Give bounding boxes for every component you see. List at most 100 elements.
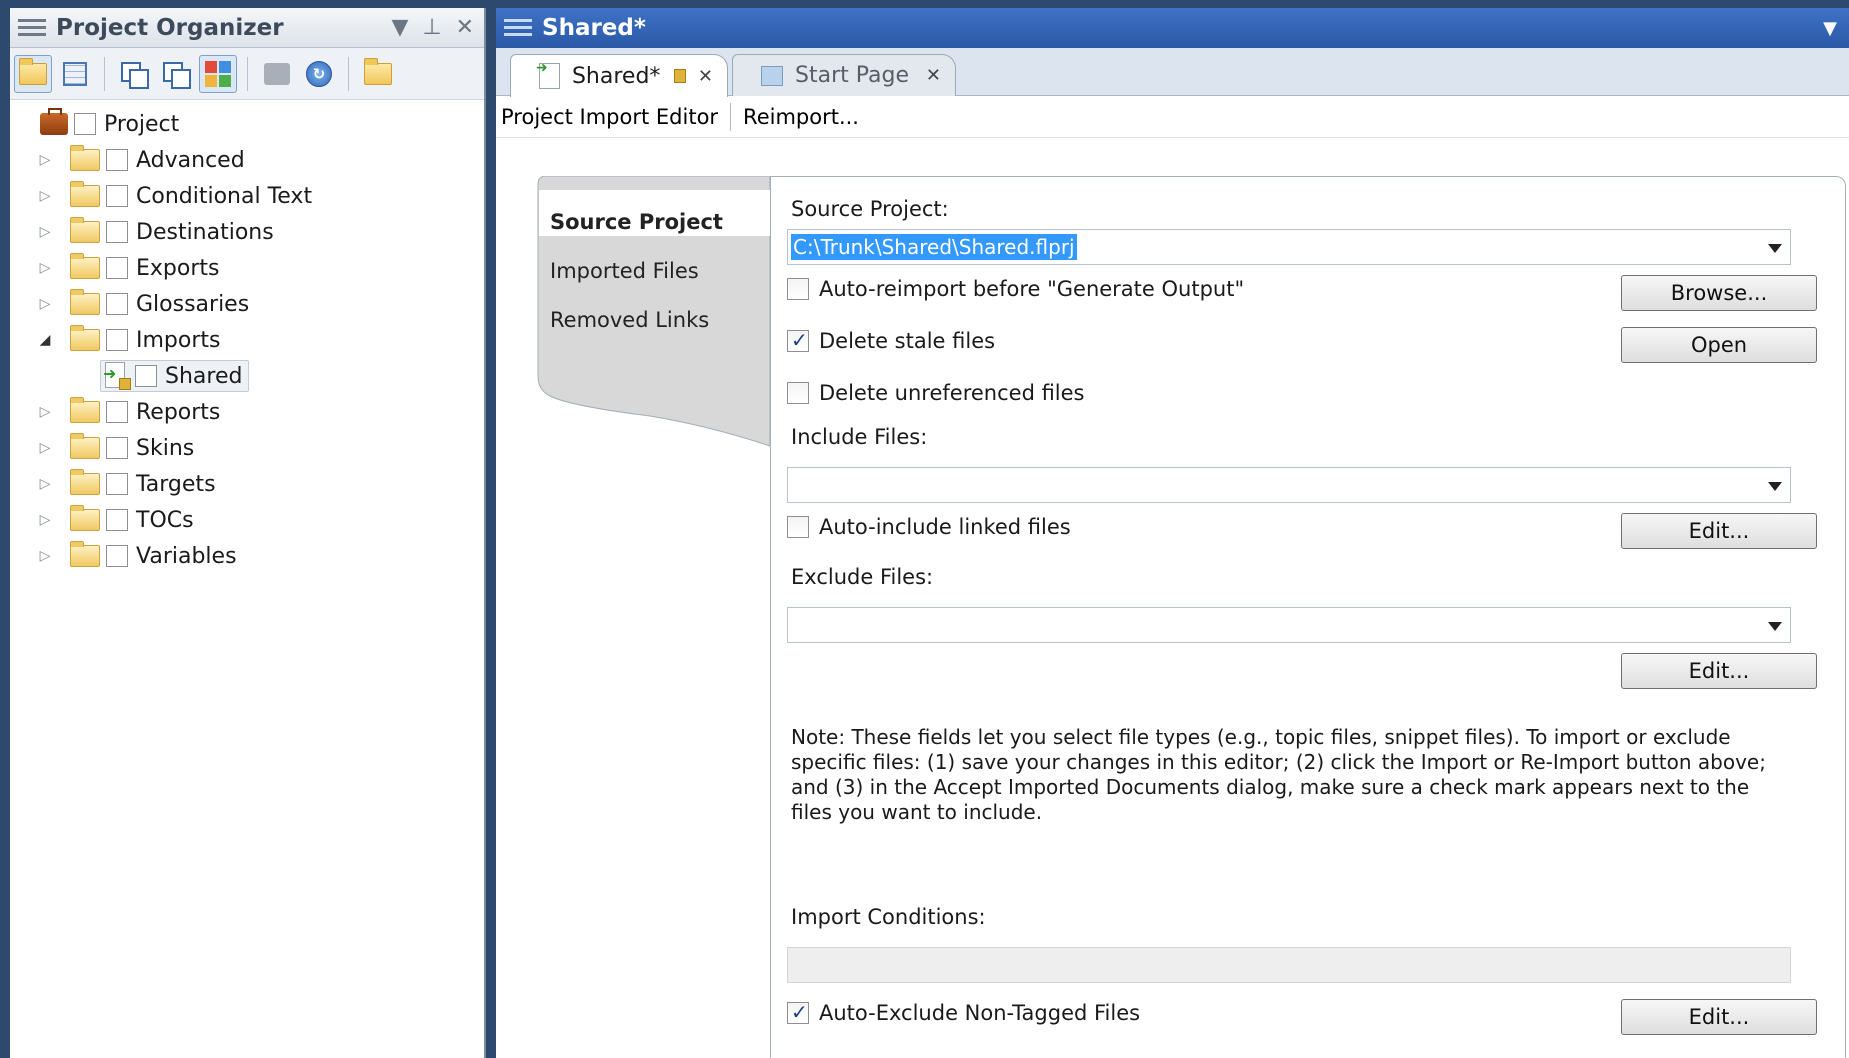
selection-highlight: ➜ Shared	[100, 360, 250, 392]
delete-stale-checkbox[interactable]	[787, 328, 809, 352]
refresh-button[interactable]: ↻	[300, 55, 338, 93]
tree-checkbox[interactable]	[106, 401, 128, 423]
expand-arrow-icon[interactable]: ▷	[38, 152, 52, 168]
tree-checkbox[interactable]	[74, 113, 96, 135]
tree-item-label: Glossaries	[136, 291, 250, 317]
tree-checkbox[interactable]	[106, 185, 128, 207]
tab-label: Shared*	[571, 63, 661, 89]
folder-icon	[70, 217, 100, 243]
tree-item-label: Destinations	[136, 219, 274, 245]
chevron-down-icon[interactable]	[1768, 482, 1782, 491]
tree-item-destinations[interactable]: ▷ Destinations	[10, 214, 484, 250]
source-project-value[interactable]: C:\Trunk\Shared\Shared.flprj	[791, 234, 1077, 260]
folder-icon	[70, 181, 100, 207]
pin-icon[interactable]: ⊥	[422, 15, 441, 40]
collapse-arrow-icon[interactable]: ◢	[38, 332, 52, 348]
side-tab-removed-links[interactable]: Removed Links	[550, 308, 709, 332]
dropdown-icon[interactable]: ▼	[391, 15, 408, 40]
expand-arrow-icon[interactable]: ▷	[38, 404, 52, 420]
tree-item-exports[interactable]: ▷ Exports	[10, 250, 484, 286]
import-conditions-field	[787, 947, 1791, 983]
tree-checkbox[interactable]	[106, 293, 128, 315]
edit-conditions-button[interactable]: Edit...	[1621, 999, 1817, 1035]
tree-checkbox[interactable]	[106, 221, 128, 243]
close-tab-icon[interactable]: ✕	[698, 66, 713, 87]
auto-include-label: Auto-include linked files	[819, 515, 1071, 539]
tab-start-page[interactable]: Start Page ✕	[732, 54, 956, 96]
side-tab-source-project[interactable]: Source Project	[550, 210, 723, 234]
auto-exclude-checkbox[interactable]	[787, 1000, 809, 1024]
auto-include-checkbox[interactable]	[787, 516, 809, 538]
tree-item-reports[interactable]: ▷ Reports	[10, 394, 484, 430]
delete-unreferenced-option[interactable]: Delete unreferenced files	[787, 381, 1085, 405]
expand-arrow-icon[interactable]: ▷	[38, 476, 52, 492]
menu-icon[interactable]	[504, 17, 532, 39]
editor-title: Project Import Editor	[501, 104, 719, 129]
tree-item-targets[interactable]: ▷ Targets	[10, 466, 484, 502]
new-folder-button[interactable]	[359, 55, 397, 93]
menu-icon[interactable]	[18, 17, 46, 39]
dropdown-icon[interactable]: ▼	[1823, 18, 1849, 39]
tree-checkbox[interactable]	[106, 473, 128, 495]
properties-button[interactable]	[258, 55, 296, 93]
tiles-view-button[interactable]	[199, 54, 237, 93]
open-button[interactable]: Open	[1621, 327, 1817, 363]
edit-include-button[interactable]: Edit...	[1621, 513, 1817, 549]
auto-reimport-option[interactable]: Auto-reimport before "Generate Output"	[787, 277, 1244, 301]
tree-item-project[interactable]: Project	[10, 106, 484, 142]
expand-arrow-icon[interactable]: ▷	[38, 188, 52, 204]
tree-item-variables[interactable]: ▷ Variables	[10, 538, 484, 574]
chevron-down-icon[interactable]	[1768, 622, 1782, 631]
auto-include-option[interactable]: Auto-include linked files	[787, 515, 1071, 539]
tree-item-shared[interactable]: ➜ Shared	[10, 358, 484, 394]
auto-exclude-option[interactable]: Auto-Exclude Non-Tagged Files	[787, 1000, 1140, 1025]
expand-all-button[interactable]	[115, 55, 153, 93]
delete-stale-label: Delete stale files	[819, 329, 996, 353]
tree-item-tocs[interactable]: ▷ TOCs	[10, 502, 484, 538]
editor-toolbar: Project Import Editor Reimport...	[496, 96, 1849, 138]
grid-view-button[interactable]	[56, 55, 94, 93]
close-icon[interactable]: ✕	[456, 15, 474, 40]
tree-checkbox[interactable]	[106, 437, 128, 459]
document-pane: Shared* ▼ Shared* ✕ Start Page ✕ Project…	[496, 8, 1849, 1058]
folder-icon	[70, 505, 100, 531]
expand-arrow-icon[interactable]: ▷	[38, 512, 52, 528]
import-note: Note: These fields let you select file t…	[791, 725, 1766, 824]
expand-arrow-icon[interactable]: ▷	[38, 440, 52, 456]
expand-arrow-icon[interactable]: ▷	[38, 260, 52, 276]
edit-exclude-button[interactable]: Edit...	[1621, 653, 1817, 689]
browse-button[interactable]: Browse...	[1621, 275, 1817, 311]
tab-shared[interactable]: Shared* ✕	[510, 54, 728, 97]
expand-arrow-icon[interactable]: ▷	[38, 548, 52, 564]
open-folder-button[interactable]	[14, 54, 52, 93]
expand-arrow-icon[interactable]: ▷	[38, 296, 52, 312]
auto-reimport-checkbox[interactable]	[787, 278, 809, 300]
tree-checkbox[interactable]	[106, 149, 128, 171]
tree-item-advanced[interactable]: ▷ Advanced	[10, 142, 484, 178]
delete-stale-option[interactable]: Delete stale files	[787, 328, 996, 353]
tree-checkbox[interactable]	[106, 509, 128, 531]
folder-icon	[70, 397, 100, 423]
side-tab-imported-files[interactable]: Imported Files	[550, 259, 699, 283]
tree-checkbox[interactable]	[106, 545, 128, 567]
close-tab-icon[interactable]: ✕	[926, 65, 941, 86]
expand-arrow-icon[interactable]: ▷	[38, 224, 52, 240]
source-project-combo[interactable]: C:\Trunk\Shared\Shared.flprj	[787, 229, 1791, 265]
reimport-button[interactable]: Reimport...	[743, 105, 859, 129]
include-files-combo[interactable]	[787, 467, 1791, 503]
toolbar-separator	[730, 102, 732, 131]
collapse-all-button[interactable]	[157, 55, 195, 93]
tree-checkbox[interactable]	[106, 329, 128, 351]
exclude-files-combo[interactable]	[787, 607, 1791, 643]
tree-checkbox[interactable]	[106, 257, 128, 279]
document-title-bar: Shared* ▼	[496, 8, 1849, 48]
tree-item-glossaries[interactable]: ▷ Glossaries	[10, 286, 484, 322]
tree-item-skins[interactable]: ▷ Skins	[10, 430, 484, 466]
import-conditions-label: Import Conditions:	[791, 905, 986, 929]
tree-item-imports[interactable]: ◢ Imports	[10, 322, 484, 358]
delete-unreferenced-checkbox[interactable]	[787, 382, 809, 404]
chevron-down-icon[interactable]	[1768, 244, 1782, 253]
tree-item-conditional-text[interactable]: ▷ Conditional Text	[10, 178, 484, 214]
folder-icon	[70, 541, 100, 567]
tree-checkbox[interactable]	[135, 365, 157, 387]
